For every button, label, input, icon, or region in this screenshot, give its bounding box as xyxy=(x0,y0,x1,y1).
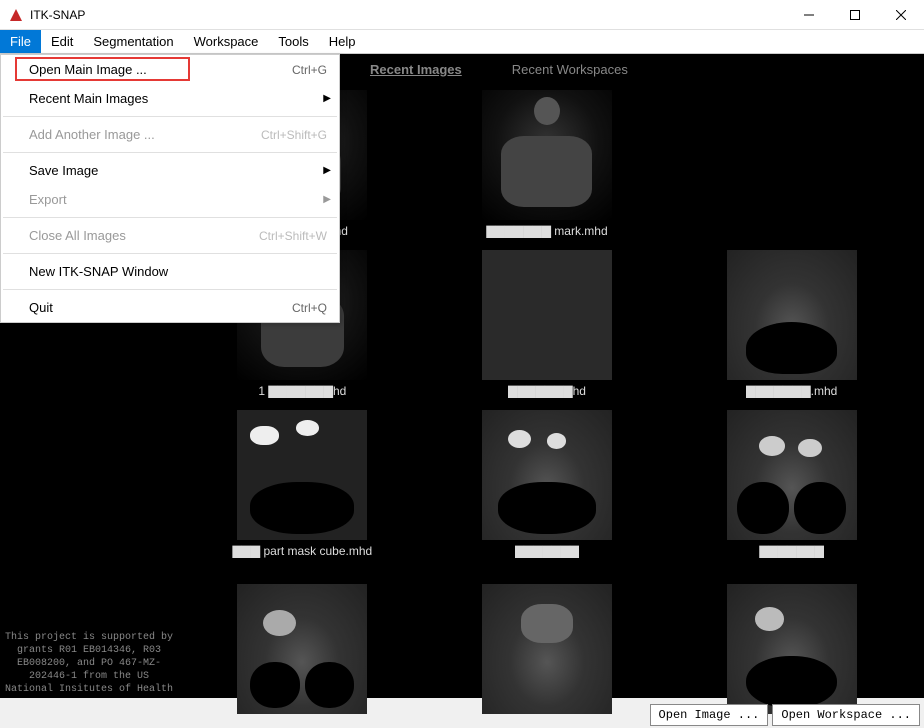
file-menu-dropdown: Open Main Image ... Ctrl+G Recent Main I… xyxy=(0,54,340,323)
thumbnail-label: 1 ▇▇▇▇▇▇▇hd xyxy=(258,384,346,398)
menu-item-label: Recent Main Images xyxy=(29,91,327,106)
menu-separator xyxy=(3,116,337,117)
menu-separator xyxy=(3,253,337,254)
menu-item-label: New ITK-SNAP Window xyxy=(29,264,327,279)
thumbnail-label: ▇▇▇ part mask cube.mhd xyxy=(232,544,372,558)
menu-item-label: Quit xyxy=(29,300,292,315)
menu-open-main-image[interactable]: Open Main Image ... Ctrl+G xyxy=(1,55,339,84)
menu-edit[interactable]: Edit xyxy=(41,30,83,53)
thumbnail-item[interactable]: ▇▇▇▇▇▇▇ xyxy=(425,404,670,564)
bottom-bar: Open Image ... Open Workspace ... xyxy=(650,704,920,726)
menu-recent-main-images[interactable]: Recent Main Images ▶ xyxy=(1,84,339,113)
thumbnail-item[interactable]: ▇▇▇▇▇▇▇.mhd xyxy=(669,244,914,404)
close-button[interactable] xyxy=(878,0,924,30)
menu-item-shortcut: Ctrl+G xyxy=(292,63,327,77)
app-icon xyxy=(8,7,24,23)
menu-close-all-images: Close All Images Ctrl+Shift+W xyxy=(1,221,339,250)
menu-item-label: Export xyxy=(29,192,327,207)
thumbnail-label: ▇▇▇▇▇▇▇.mhd xyxy=(746,384,837,398)
menu-item-label: Open Main Image ... xyxy=(29,62,292,77)
menu-tools[interactable]: Tools xyxy=(268,30,318,53)
thumbnail-item[interactable]: ▇▇▇▇▇▇▇ mark.mhd xyxy=(425,84,670,244)
menu-separator xyxy=(3,152,337,153)
menu-item-shortcut: Ctrl+Shift+G xyxy=(261,128,327,142)
tab-recent-workspaces[interactable]: Recent Workspaces xyxy=(512,62,628,77)
thumbnail-item[interactable]: ▇▇▇▇▇▇▇hd xyxy=(425,244,670,404)
tab-recent-images[interactable]: Recent Images xyxy=(370,62,462,77)
menu-item-shortcut: Ctrl+Shift+W xyxy=(259,229,327,243)
menu-new-window[interactable]: New ITK-SNAP Window xyxy=(1,257,339,286)
thumbnail-label: ▇▇▇▇▇▇▇ mark.mhd xyxy=(486,224,607,238)
thumbnail-item[interactable] xyxy=(425,564,670,724)
menu-add-another-image: Add Another Image ... Ctrl+Shift+G xyxy=(1,120,339,149)
thumbnail-item[interactable] xyxy=(669,564,914,724)
thumbnail-item[interactable]: ▇▇▇▇▇▇▇ xyxy=(669,404,914,564)
thumbnail-label: ▇▇▇▇▇▇▇ xyxy=(515,544,580,558)
menu-item-label: Close All Images xyxy=(29,228,259,243)
thumbnail-label: ▇▇▇▇▇▇▇ xyxy=(759,544,824,558)
menu-file[interactable]: File xyxy=(0,30,41,53)
open-workspace-button[interactable]: Open Workspace ... xyxy=(772,704,920,726)
window-controls xyxy=(786,0,924,30)
menu-item-shortcut: Ctrl+Q xyxy=(292,301,327,315)
thumbnail-item[interactable]: ▇▇▇ part mask cube.mhd xyxy=(180,404,425,564)
menu-workspace[interactable]: Workspace xyxy=(184,30,269,53)
menu-item-label: Add Another Image ... xyxy=(29,127,261,142)
footer-credits: This project is supported by grants R01 … xyxy=(4,631,174,696)
maximize-button[interactable] xyxy=(832,0,878,30)
submenu-arrow-icon: ▶ xyxy=(323,165,331,176)
menu-save-image[interactable]: Save Image ▶ xyxy=(1,156,339,185)
minimize-button[interactable] xyxy=(786,0,832,30)
menu-item-label: Save Image xyxy=(29,163,327,178)
menu-help[interactable]: Help xyxy=(319,30,366,53)
menubar: File Edit Segmentation Workspace Tools H… xyxy=(0,30,924,54)
tabs: Recent Images Recent Workspaces xyxy=(370,62,628,77)
menu-segmentation[interactable]: Segmentation xyxy=(83,30,183,53)
open-image-button[interactable]: Open Image ... xyxy=(650,704,769,726)
submenu-arrow-icon: ▶ xyxy=(323,194,331,205)
thumbnail-item[interactable] xyxy=(180,564,425,724)
menu-export: Export ▶ xyxy=(1,185,339,214)
menu-quit[interactable]: Quit Ctrl+Q xyxy=(1,293,339,322)
titlebar: ITK-SNAP xyxy=(0,0,924,30)
app-title: ITK-SNAP xyxy=(30,8,786,22)
menu-separator xyxy=(3,289,337,290)
submenu-arrow-icon: ▶ xyxy=(323,93,331,104)
menu-separator xyxy=(3,217,337,218)
thumbnail-label: ▇▇▇▇▇▇▇hd xyxy=(508,384,586,398)
